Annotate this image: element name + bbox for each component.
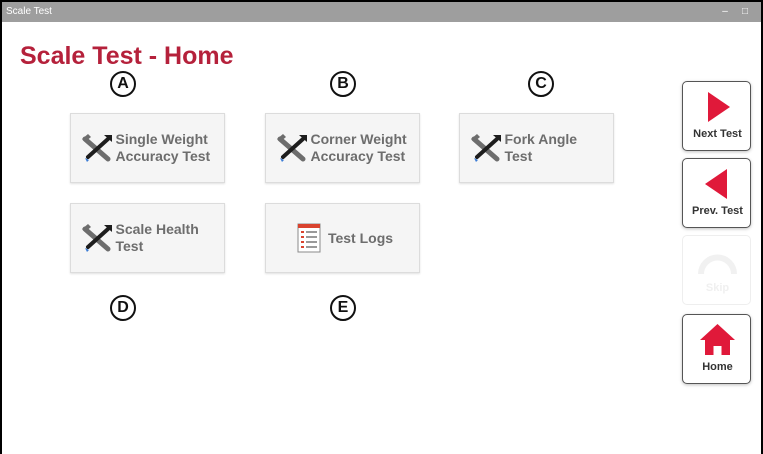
tools-icon [81, 134, 112, 162]
marker-a: A [110, 71, 136, 97]
tile-label: Test Logs [327, 229, 394, 246]
marker-d: D [110, 295, 136, 321]
app-window: Scale Test – □ Scale Test - Home A B C D… [0, 0, 763, 454]
log-document-icon [297, 223, 321, 253]
title-bar: Scale Test – □ [2, 2, 761, 22]
prev-test-label: Prev. Test [692, 205, 743, 217]
play-right-icon [708, 92, 730, 122]
home-icon [700, 324, 735, 355]
window-title: Scale Test [6, 6, 52, 17]
skip-arc-icon [698, 254, 737, 275]
tile-label: Corner Weight Accuracy Test [310, 131, 407, 164]
prev-test-button[interactable]: Prev. Test [682, 158, 751, 228]
skip-button: Skip [682, 235, 751, 305]
home-label: Home [702, 361, 733, 373]
scale-health-test-button[interactable]: Scale Health Test [70, 203, 225, 273]
tile-label: Scale Health Test [115, 221, 199, 254]
next-test-label: Next Test [693, 128, 742, 140]
single-weight-accuracy-test-button[interactable]: Single Weight Accuracy Test [70, 113, 225, 183]
tile-label: Single Weight Accuracy Test [115, 131, 211, 164]
skip-label: Skip [705, 282, 730, 294]
home-button[interactable]: Home [682, 314, 751, 384]
maximize-button[interactable]: □ [735, 2, 755, 22]
minimize-button[interactable]: – [715, 2, 735, 22]
play-left-icon [705, 169, 727, 199]
next-test-button[interactable]: Next Test [682, 81, 751, 151]
tools-icon [81, 224, 112, 252]
tools-icon [470, 134, 501, 162]
corner-weight-accuracy-test-button[interactable]: Corner Weight Accuracy Test [265, 113, 420, 183]
page-title: Scale Test - Home [20, 42, 234, 70]
tools-icon [276, 134, 307, 162]
marker-e: E [330, 295, 356, 321]
fork-angle-test-button[interactable]: Fork Angle Test [459, 113, 614, 183]
test-logs-button[interactable]: Test Logs [265, 203, 420, 273]
marker-b: B [330, 71, 356, 97]
marker-c: C [528, 71, 554, 97]
tile-label: Fork Angle Test [504, 131, 578, 164]
